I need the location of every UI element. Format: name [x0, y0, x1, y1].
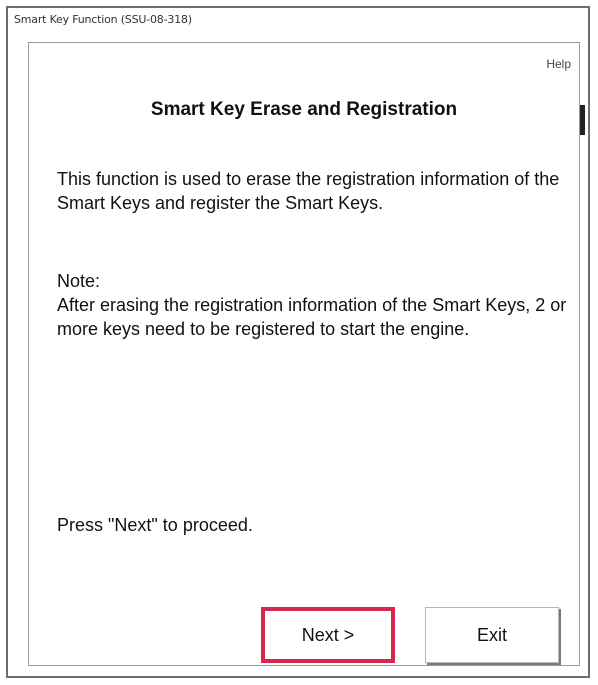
window-title: Smart Key Function (SSU-08-318)	[14, 13, 192, 26]
note-section: Note: After erasing the registration inf…	[57, 269, 567, 341]
scrollbar-thumb[interactable]	[580, 105, 585, 135]
app-window: Smart Key Function (SSU-08-318) Help Sma…	[6, 6, 590, 678]
exit-button[interactable]: Exit	[425, 607, 559, 663]
description-text: This function is used to erase the regis…	[57, 169, 560, 213]
proceed-instruction: Press "Next" to proceed.	[57, 515, 253, 535]
note-text: After erasing the registration informati…	[57, 295, 567, 339]
next-button[interactable]: Next >	[261, 607, 395, 663]
note-label: Note:	[57, 271, 101, 291]
dialog-panel: Help Smart Key Erase and Registration Th…	[28, 42, 585, 666]
page-title: Smart Key Erase and Registration	[150, 99, 458, 120]
title-bar: Smart Key Function (SSU-08-318)	[8, 8, 588, 34]
help-link[interactable]: Help	[546, 57, 571, 71]
